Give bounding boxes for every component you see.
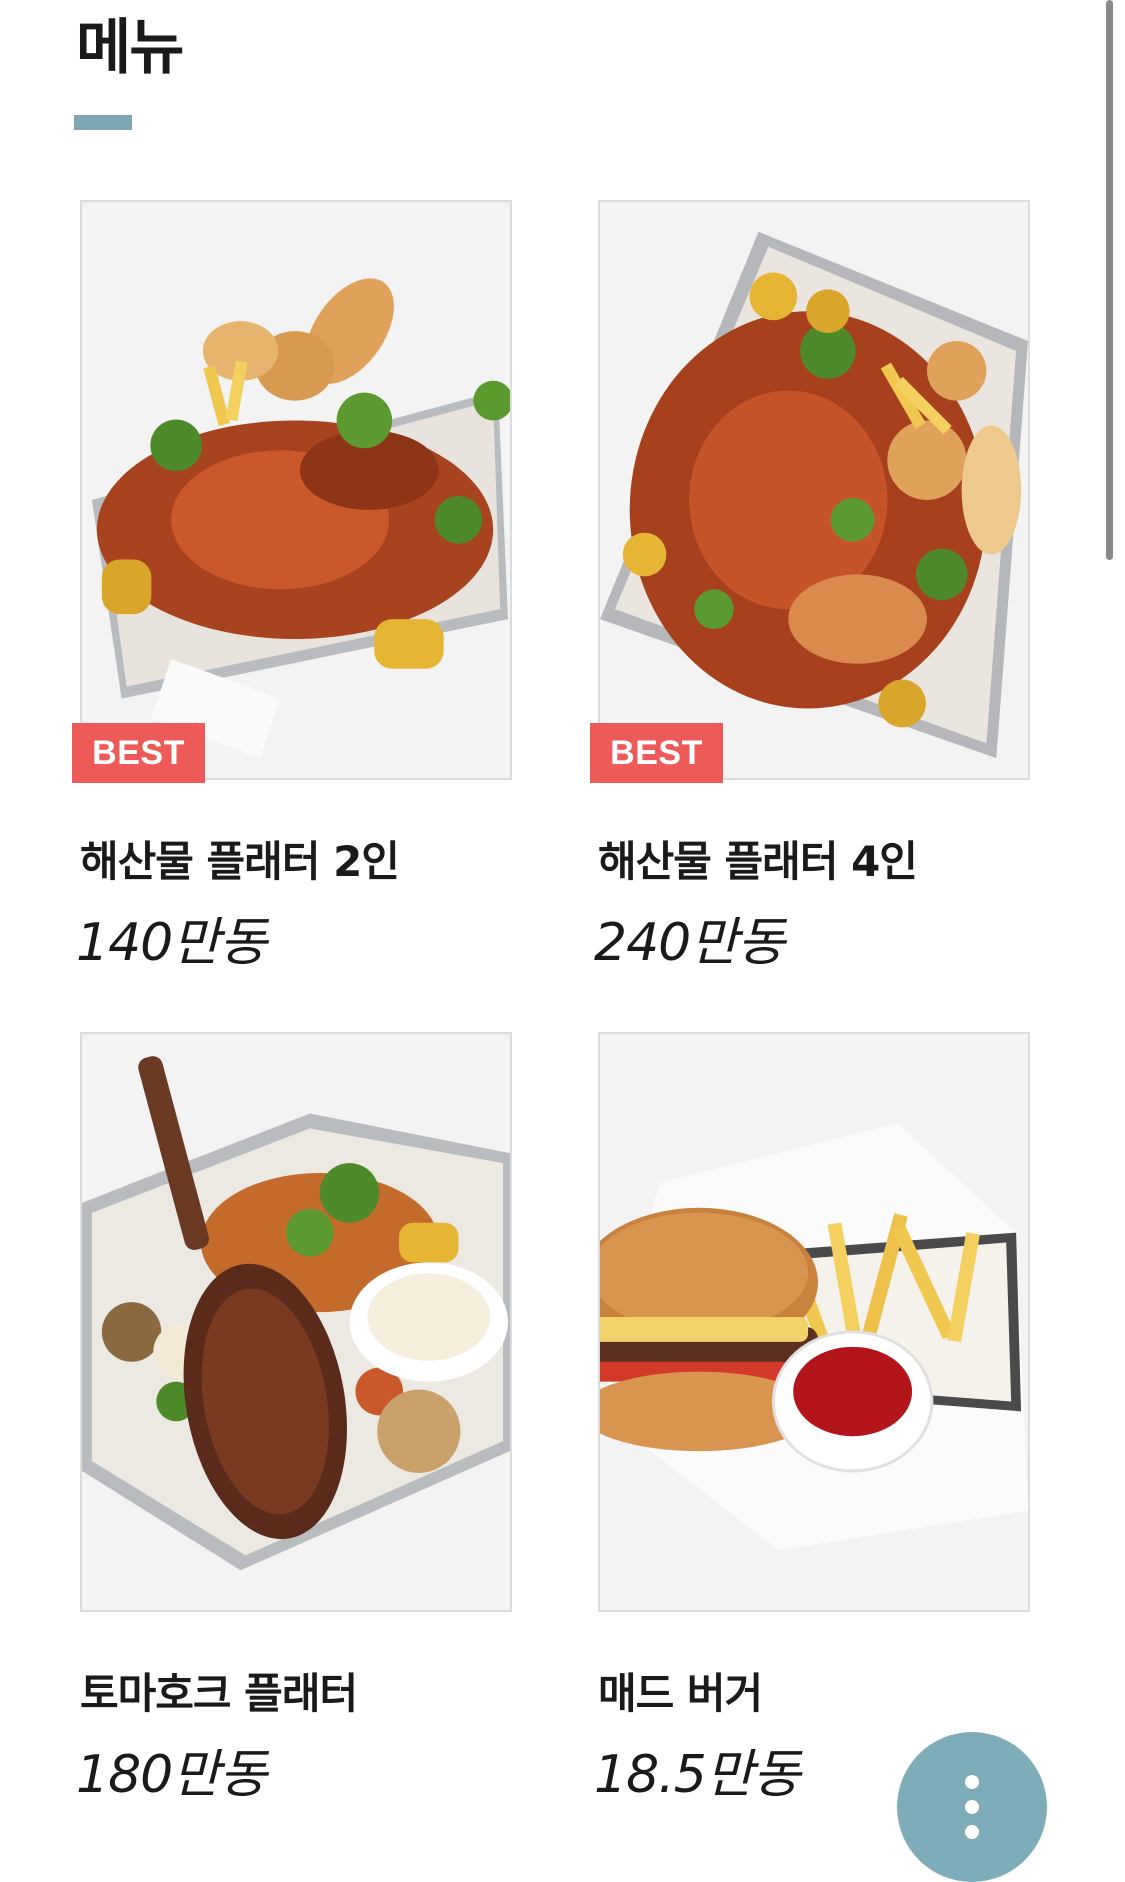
menu-item-price: 240만동	[594, 913, 785, 973]
menu-item-price: 180만동	[76, 1745, 267, 1805]
menu-item-photo[interactable]	[598, 200, 1030, 780]
menu-item-name[interactable]: 해산물 플래터 4인	[598, 828, 918, 889]
menu-item-photo[interactable]	[80, 1032, 512, 1612]
menu-item-photo[interactable]	[80, 200, 512, 780]
scrollbar-thumb[interactable]	[1106, 0, 1113, 560]
menu-item-name[interactable]: 매드 버거	[598, 1660, 763, 1721]
menu-item-photo[interactable]	[598, 1032, 1030, 1612]
title-underline	[74, 115, 132, 130]
best-badge: BEST	[72, 723, 205, 783]
menu-item-price: 140만동	[76, 913, 267, 973]
page-title: 메뉴	[76, 13, 184, 83]
more-options-button[interactable]	[897, 1732, 1047, 1882]
menu-item-price: 18.5만동	[594, 1745, 800, 1805]
best-badge: BEST	[590, 723, 723, 783]
menu-item-name[interactable]: 토마호크 플래터	[80, 1660, 358, 1721]
menu-item-name[interactable]: 해산물 플래터 2인	[80, 828, 400, 889]
